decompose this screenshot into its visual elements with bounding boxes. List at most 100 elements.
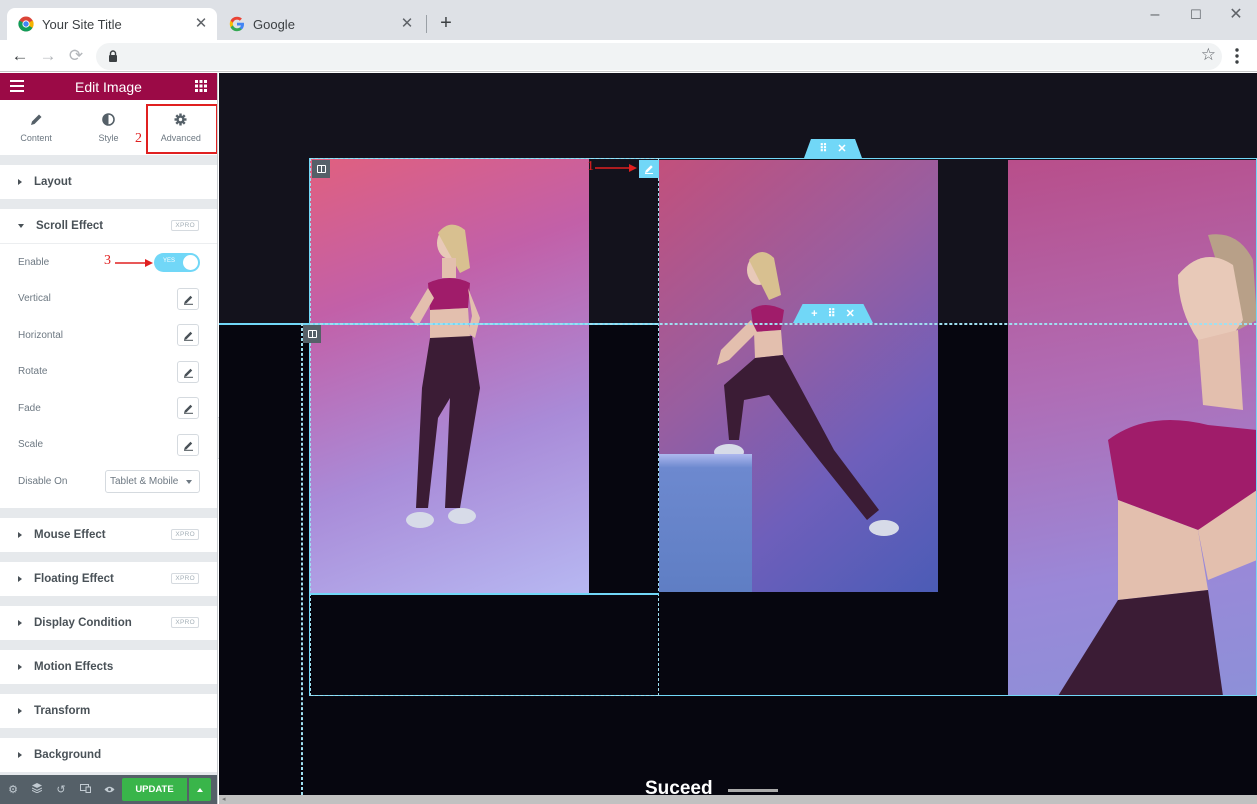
drag-icon[interactable]: ⠿ [819,142,827,155]
tab-your-site-title[interactable]: Your Site Title ✕ [7,8,217,40]
section-label: Display Condition [34,616,132,629]
section-label: Motion Effects [34,660,114,673]
drag-icon[interactable]: ⠿ [828,307,836,320]
vertical-edit-button[interactable] [177,287,199,310]
browser-menu-icon[interactable] [1230,46,1244,66]
widgets-grid-icon[interactable] [195,80,207,92]
column-handle-icon[interactable] [312,160,330,178]
section-transform[interactable]: Transform [0,693,217,728]
preview-eye-icon[interactable] [97,784,121,796]
bookmark-star-icon[interactable]: ☆ [1201,45,1216,65]
tab-separator [426,15,427,33]
history-icon[interactable]: ↺ [49,783,73,796]
update-options-button[interactable] [189,778,211,801]
back-button[interactable]: ← [9,45,31,67]
pencil-icon [184,441,193,451]
chrome-icon [18,16,34,32]
tab-style[interactable]: Style [72,100,144,155]
image-model-standing[interactable] [310,158,589,594]
caret-right-icon [18,531,22,538]
section-scroll-effect[interactable]: Scroll Effect XPRO [0,209,217,243]
xpro-badge: XPRO [171,220,199,231]
address-bar[interactable]: ☆ [96,43,1222,70]
control-rotate: Rotate [0,354,217,391]
browser-window: Your Site Title ✕ Google ✕ + – ☐ ✕ ← → ⟳ [0,0,1257,804]
section-background[interactable]: Background [0,737,217,772]
scale-edit-button[interactable] [177,433,199,456]
tab-strip: Your Site Title ✕ Google ✕ + – ☐ ✕ [0,0,1257,40]
pencil-icon [184,405,193,415]
control-label: Disable On [18,475,68,487]
section-label: Floating Effect [34,572,114,585]
section-motion-effects[interactable]: Motion Effects [0,649,217,684]
tab-advanced[interactable]: Advanced [144,100,217,155]
horizontal-edit-button[interactable] [177,324,199,347]
layers-icon[interactable] [25,783,49,796]
section-mouse-effect[interactable]: Mouse Effect XPRO [0,517,217,552]
browser-toolbar: ← → ⟳ ☆ [0,40,1257,72]
disable-on-select[interactable]: Tablet & Mobile [105,469,200,493]
control-label: Vertical [18,293,51,305]
inner-column-outline [301,323,303,795]
tab-google[interactable]: Google ✕ [218,8,423,40]
settings-icon[interactable]: ⚙ [1,783,25,796]
annotation-step-1: 1 [587,159,594,174]
preview-canvas: ⠿ ✕ + ⠿ ✕ 1 Suceed [219,73,1257,795]
control-horizontal: Horizontal [0,317,217,354]
rotate-edit-button[interactable] [177,360,199,383]
section-floating-effect[interactable]: Floating Effect XPRO [0,561,217,596]
minimize-button[interactable]: – [1140,4,1170,26]
close-icon[interactable]: ✕ [837,142,846,155]
caret-right-icon [18,707,22,714]
scroll-left-icon[interactable]: ◂ [222,795,226,804]
close-tab-icon[interactable]: ✕ [399,16,415,32]
annotation-step-2: 2 [135,131,142,146]
panel-title: Edit Image [75,78,142,95]
section-label: Scroll Effect [36,220,104,232]
fade-edit-button[interactable] [177,397,199,420]
control-enable: Enable 3 YES [0,244,217,281]
forward-button[interactable]: → [37,45,59,67]
editor-panel: Edit Image Content Style Advanced 2 Layo… [0,73,218,804]
section-display-condition[interactable]: Display Condition XPRO [0,605,217,640]
image-model-closeup[interactable] [1008,160,1257,696]
lock-icon [109,50,117,62]
tab-content[interactable]: Content [0,100,72,155]
section-layout[interactable]: Layout [0,165,217,199]
maximize-button[interactable]: ☐ [1181,4,1211,26]
pencil-icon [645,165,653,174]
section-label: Mouse Effect [34,528,106,541]
control-vertical: Vertical [0,281,217,318]
tab-label: Content [20,132,52,143]
update-button[interactable]: UPDATE [122,778,187,801]
close-icon[interactable]: ✕ [846,307,855,320]
pencil-icon [184,332,193,342]
widget-edit-button[interactable] [639,160,659,178]
horizontal-scrollbar[interactable]: ◂ [219,795,1257,804]
responsive-icon[interactable] [73,783,97,796]
close-tab-icon[interactable]: ✕ [193,16,209,32]
new-tab-button[interactable]: + [436,13,456,33]
heading-divider [728,789,778,792]
pencil-icon [184,368,193,378]
xpro-badge: XPRO [171,572,199,584]
enable-toggle[interactable]: YES [154,252,200,272]
section-handle[interactable]: ⠿ ✕ [804,139,862,158]
close-window-button[interactable]: ✕ [1221,4,1251,26]
add-icon[interactable]: + [811,308,817,320]
control-label: Rotate [18,366,48,378]
control-fade: Fade [0,390,217,427]
reload-button[interactable]: ⟳ [65,45,87,67]
inner-column-handle-icon[interactable] [303,325,321,343]
inner-section-handle[interactable]: + ⠿ ✕ [793,304,873,323]
panel-tabs: Content Style Advanced 2 [0,100,217,155]
gear-icon [174,113,187,127]
section-label: Background [34,748,102,761]
section-label: Layout [34,176,72,188]
toggle-text: YES [163,257,176,264]
model-figure-illustration [1058,234,1257,696]
control-label: Horizontal [18,329,64,341]
hamburger-menu-icon[interactable] [10,80,24,92]
image-pedestal-box [659,454,752,592]
annotation-arrow-icon [115,259,153,267]
